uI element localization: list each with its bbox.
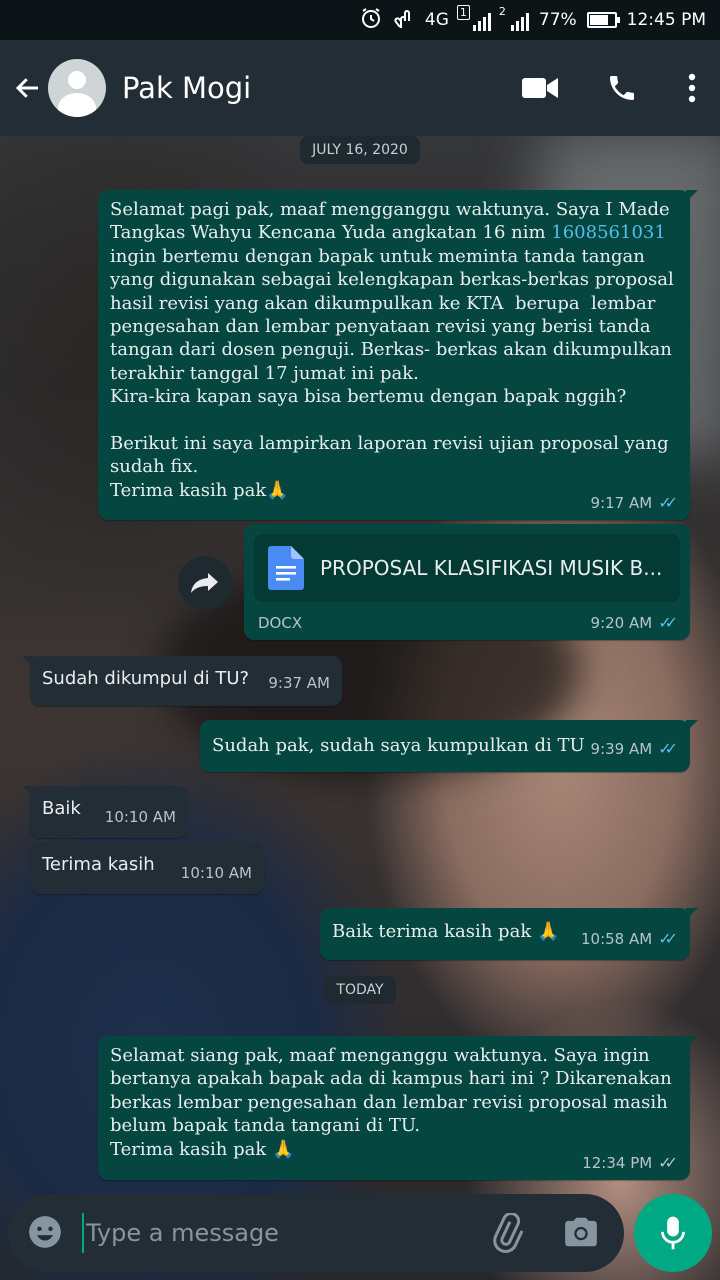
video-call-icon (522, 78, 558, 98)
camera-icon (565, 1217, 597, 1247)
message-time: 10:10 AM (104, 808, 176, 826)
forward-icon (191, 573, 218, 593)
date-chip: TODAY (324, 976, 396, 1004)
message-text: Selamat pagi pak, maaf mengganggu waktun… (110, 199, 676, 501)
date-chip: JULY 16, 2020 (300, 136, 420, 164)
outgoing-message[interactable]: Sudah pak, sudah saya kumpulkan di TU 9:… (200, 720, 698, 772)
alarm-icon (359, 6, 383, 35)
compose-bar (8, 1194, 624, 1272)
more-vert-icon (688, 73, 696, 103)
message-text: Sudah dikumpul di TU? (42, 668, 250, 689)
message-time: 12:34 PM (582, 1153, 653, 1172)
forward-button[interactable] (178, 556, 232, 610)
network-type-label: 4G (424, 10, 449, 30)
voice-message-button[interactable] (634, 1194, 712, 1272)
menu-button[interactable] (682, 66, 702, 110)
contact-name[interactable]: Pak Mogi (122, 71, 251, 105)
document-icon (268, 546, 304, 590)
read-ticks-icon: ✓✓ (658, 929, 678, 948)
message-text: Baik (42, 798, 81, 819)
message-list[interactable]: JULY 16, 2020 Selamat pagi pak, maaf men… (0, 136, 720, 1194)
paperclip-icon (493, 1212, 524, 1253)
delivered-ticks-icon: ✓✓ (658, 1153, 678, 1172)
message-time: 9:17 AM (590, 493, 653, 512)
message-input[interactable] (82, 1213, 462, 1253)
camera-button[interactable] (562, 1213, 602, 1253)
document-type: DOCX (258, 614, 303, 632)
avatar[interactable] (48, 59, 106, 117)
incoming-message[interactable]: Sudah dikumpul di TU? 9:37 AM (22, 656, 342, 706)
attach-button[interactable] (486, 1212, 526, 1253)
incoming-message[interactable]: Terima kasih 10:10 AM (30, 842, 264, 894)
read-ticks-icon: ✓✓ (658, 613, 678, 632)
incoming-message[interactable]: Baik 10:10 AM (22, 786, 188, 838)
message-text: Sudah pak, sudah saya kumpulkan di TU (212, 735, 585, 756)
battery-icon (586, 12, 620, 28)
signal-sim2-icon: 2 (499, 5, 529, 31)
read-ticks-icon: ✓✓ (658, 739, 678, 758)
phone-icon (610, 76, 634, 100)
message-time: 10:58 AM (580, 929, 653, 948)
emoji-button[interactable] (26, 1213, 66, 1253)
video-call-button[interactable] (518, 66, 562, 110)
message-text: Baik terima kasih pak 🙏 (332, 921, 560, 942)
voice-call-button[interactable] (600, 66, 644, 110)
outgoing-message[interactable]: Baik terima kasih pak 🙏 10:58 AM ✓✓ (320, 908, 698, 960)
emoji-icon (29, 1216, 61, 1248)
battery-percent: 77% (538, 10, 577, 30)
document-message[interactable]: PROPOSAL KLASIFIKASI MUSIK B... DOCX 9:2… (244, 524, 690, 640)
read-ticks-icon: ✓✓ (658, 493, 678, 512)
message-text: Selamat siang pak, maaf menganggu waktun… (110, 1045, 672, 1160)
touch-icon (393, 6, 415, 35)
arrow-left-icon (15, 78, 38, 98)
message-text: Terima kasih (42, 854, 155, 875)
chat-header: Pak Mogi (0, 40, 720, 136)
signal-sim1-icon: 1 (456, 5, 491, 31)
document-title: PROPOSAL KLASIFIKASI MUSIK B... (320, 556, 663, 580)
clock: 12:45 PM (626, 10, 706, 30)
message-time: 10:10 AM (180, 864, 252, 882)
message-time: 9:39 AM (590, 739, 653, 758)
message-time: 9:37 AM (268, 674, 330, 692)
message-time: 9:20 AM (590, 613, 653, 632)
document-preview[interactable]: PROPOSAL KLASIFIKASI MUSIK B... (254, 534, 680, 602)
phone-number-link[interactable]: 1608561031 (551, 222, 666, 243)
microphone-icon (661, 1216, 685, 1250)
status-bar: 4G 1 2 77% 12:45 PM (0, 0, 720, 40)
outgoing-message[interactable]: Selamat pagi pak, maaf mengganggu waktun… (98, 190, 698, 520)
outgoing-message[interactable]: Selamat siang pak, maaf menganggu waktun… (98, 1036, 698, 1180)
